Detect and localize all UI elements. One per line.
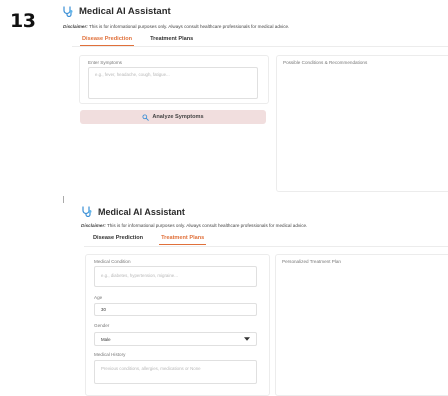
disclaimer-text: This is for informational purposes only.… — [87, 24, 290, 29]
search-icon — [142, 113, 150, 121]
treatment-plan-label: Personalized Treatment Plan — [282, 259, 341, 264]
condition-input[interactable]: e.g., diabetes, hypertension, migraine..… — [94, 266, 257, 287]
tab-bar-divider-2 — [84, 246, 448, 247]
disclaimer-2: Disclaimer: This is for informational pu… — [81, 223, 307, 228]
disclaimer-prefix-2: Disclaimer: — [81, 223, 106, 228]
app-title-2: Medical AI Assistant — [81, 206, 185, 217]
treatment-plan-panel — [275, 254, 448, 396]
disclaimer-text-2: This is for informational purposes only.… — [105, 223, 308, 228]
app-title: Medical AI Assistant — [62, 6, 171, 17]
condition-label: Medical Condition — [94, 259, 131, 264]
app-title-text-2: Medical AI Assistant — [98, 206, 185, 217]
disclaimer-prefix: Disclaimer: — [63, 24, 88, 29]
gender-value: Male — [101, 336, 111, 342]
step-number: 13 — [10, 10, 36, 32]
results-label: Possible Conditions & Recommendations — [283, 60, 368, 65]
symptoms-input[interactable]: e.g., fever, headache, cough, fatigue... — [88, 67, 258, 99]
tab-treatment-plans-2[interactable]: Treatment Plans — [159, 235, 207, 245]
tab-bar-divider — [72, 46, 448, 47]
stethoscope-icon — [63, 6, 73, 17]
tab-disease-prediction-2[interactable]: Disease Prediction — [91, 235, 145, 245]
age-label: Age — [94, 295, 103, 300]
gender-select[interactable]: Male — [94, 332, 257, 346]
tab-treatment-plans[interactable]: Treatment Plans — [148, 36, 195, 46]
tab-disease-prediction[interactable]: Disease Prediction — [80, 36, 135, 46]
stethoscope-icon — [82, 206, 92, 217]
gender-label: Gender — [94, 323, 110, 328]
symptoms-label: Enter Symptoms — [88, 60, 122, 65]
analyze-symptoms-label: Analyze Symptoms — [152, 114, 204, 120]
age-input[interactable]: 30 — [94, 303, 257, 316]
results-panel — [276, 55, 448, 192]
history-label: Medical History — [94, 352, 126, 357]
chevron-down-icon — [244, 337, 250, 341]
analyze-symptoms-button[interactable]: Analyze Symptoms — [80, 110, 266, 124]
history-input[interactable]: Previous conditions, allergies, medicati… — [94, 360, 257, 384]
disclaimer: Disclaimer: This is for informational pu… — [63, 24, 289, 29]
app-title-text: Medical AI Assistant — [79, 6, 171, 17]
tab-bar-2: Disease Prediction Treatment Plans — [91, 235, 207, 245]
tab-bar: Disease Prediction Treatment Plans — [80, 36, 195, 46]
divider-tick — [63, 196, 64, 203]
